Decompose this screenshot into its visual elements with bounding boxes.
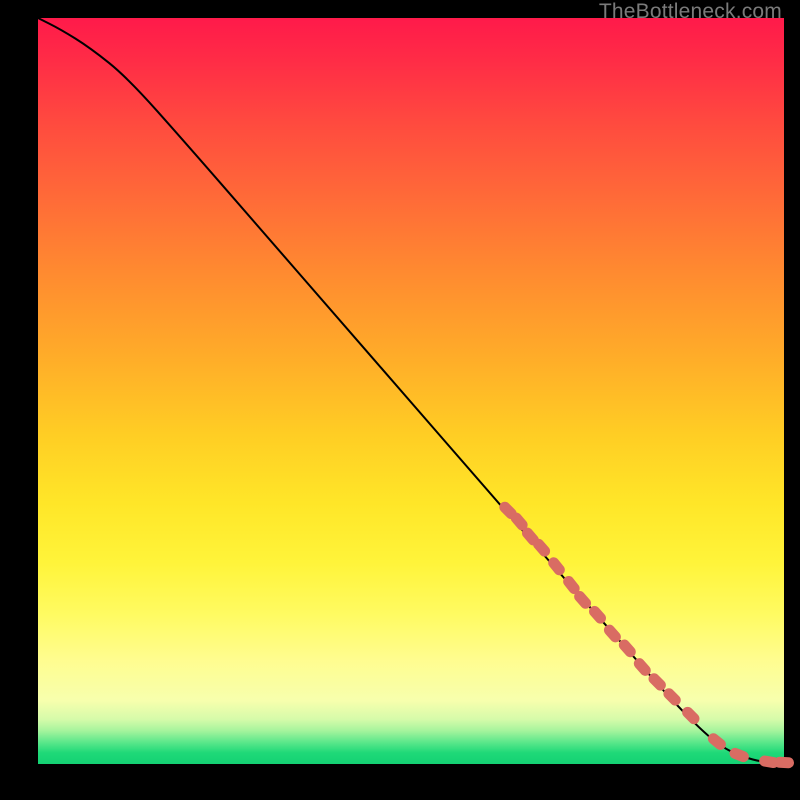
data-point <box>774 757 795 769</box>
data-point <box>680 705 702 727</box>
data-point <box>728 746 751 763</box>
data-point <box>661 686 683 708</box>
chart-overlay <box>38 18 784 764</box>
data-points <box>497 499 794 768</box>
chart-frame: TheBottleneck.com <box>0 0 800 800</box>
bottleneck-curve <box>38 18 784 763</box>
data-point <box>546 555 567 577</box>
plot-area <box>38 18 784 764</box>
